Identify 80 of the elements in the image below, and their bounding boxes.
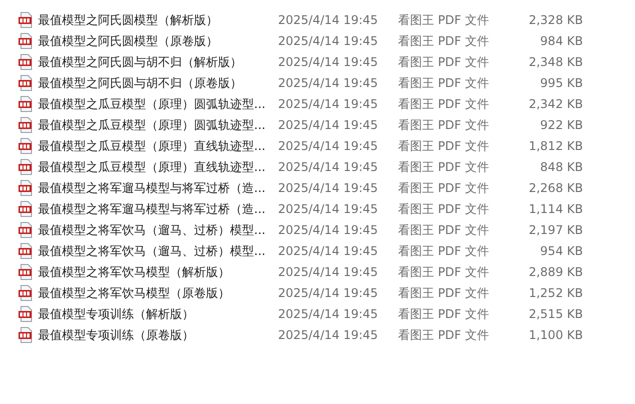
file-type: 看图王 PDF 文件 [398,138,490,154]
modified-date: 2025/4/14 19:45 [278,326,379,344]
pdf-file-icon [18,180,34,196]
file-type: 看图王 PDF 文件 [398,326,490,344]
file-name: 最值模型之将军饮马（遛马、过桥）模型... [38,222,266,238]
file-type: 看图王 PDF 文件 [398,180,490,196]
file-name: 最值模型之将军饮马模型（解析版） [38,264,231,280]
pdf-file-icon [18,200,34,216]
modified-date: 2025/4/14 19:45 [278,54,379,70]
file-name: 最值模型之瓜豆模型（原理）直线轨迹型... [38,158,266,176]
modified-date: 2025/4/14 19:45 [278,158,379,176]
file-size: 2,342 KB [528,96,583,112]
modified-date: 2025/4/14 19:45 [278,242,379,260]
file-size: 984 KB [539,32,583,50]
pdf-file-icon [18,306,34,322]
pdf-file-icon [18,12,34,28]
pdf-file-icon [18,116,34,132]
file-type: 看图王 PDF 文件 [398,32,490,50]
file-type: 看图王 PDF 文件 [398,116,490,134]
modified-date: 2025/4/14 19:45 [278,96,379,112]
file-name: 最值模型之将军遛马模型与将军过桥（造... [38,200,266,218]
pdf-file-icon [18,284,34,300]
file-name: 最值模型之瓜豆模型（原理）直线轨迹型... [38,138,266,154]
file-size: 1,114 KB [528,200,583,218]
file-name: 最值模型专项训练（解析版） [38,306,195,322]
modified-date: 2025/4/14 19:45 [278,32,379,50]
pdf-file-icon [18,222,34,238]
pdf-file-icon [18,54,34,70]
file-name: 最值模型之阿氏圆与胡不归（原卷版） [38,74,243,92]
modified-date: 2025/4/14 19:45 [278,284,379,302]
file-type: 看图王 PDF 文件 [398,12,490,28]
pdf-file-icon [18,74,34,90]
file-type: 看图王 PDF 文件 [398,306,490,322]
file-name: 最值模型之将军饮马模型（原卷版） [38,284,231,302]
pdf-file-icon [18,96,34,112]
modified-date: 2025/4/14 19:45 [278,200,379,218]
pdf-file-icon [18,242,34,258]
file-size: 1,812 KB [528,138,583,154]
pdf-file-icon [18,326,34,342]
file-type: 看图王 PDF 文件 [398,242,490,260]
file-type: 看图王 PDF 文件 [398,284,490,302]
file-type: 看图王 PDF 文件 [398,96,490,112]
file-type: 看图王 PDF 文件 [398,158,490,176]
modified-date: 2025/4/14 19:45 [278,116,379,134]
file-name: 最值模型专项训练（原卷版） [38,326,195,344]
pdf-file-icon [18,138,34,154]
modified-date: 2025/4/14 19:45 [278,138,379,154]
file-type: 看图王 PDF 文件 [398,54,490,70]
file-type: 看图王 PDF 文件 [398,264,490,280]
file-name: 最值模型之瓜豆模型（原理）圆弧轨迹型... [38,116,266,134]
file-name: 最值模型之阿氏圆模型（原卷版） [38,32,219,50]
file-type: 看图王 PDF 文件 [398,74,490,92]
file-size: 2,889 KB [528,264,583,280]
modified-date: 2025/4/14 19:45 [278,222,379,238]
pdf-file-icon [18,264,34,280]
file-size: 1,252 KB [528,284,583,302]
file-size: 848 KB [539,158,583,176]
modified-date: 2025/4/14 19:45 [278,12,379,28]
pdf-file-icon [18,158,34,174]
file-name: 最值模型之阿氏圆模型（解析版） [38,12,219,28]
file-size: 954 KB [539,242,583,260]
file-size: 2,348 KB [528,54,583,70]
file-name: 最值模型之瓜豆模型（原理）圆弧轨迹型... [38,96,266,112]
file-type: 看图王 PDF 文件 [398,222,490,238]
file-size: 2,197 KB [528,222,583,238]
file-name: 最值模型之阿氏圆与胡不归（解析版） [38,54,243,70]
modified-date: 2025/4/14 19:45 [278,74,379,92]
file-name: 最值模型之将军遛马模型与将军过桥（造... [38,180,266,196]
pdf-file-icon [18,32,34,48]
file-size: 2,328 KB [528,12,583,28]
modified-date: 2025/4/14 19:45 [278,264,379,280]
file-size: 995 KB [539,74,583,92]
modified-date: 2025/4/14 19:45 [278,180,379,196]
file-type: 看图王 PDF 文件 [398,200,490,218]
file-size: 1,100 KB [528,326,583,344]
file-size: 2,515 KB [528,306,583,322]
file-size: 2,268 KB [528,180,583,196]
file-name: 最值模型之将军饮马（遛马、过桥）模型... [38,242,266,260]
modified-date: 2025/4/14 19:45 [278,306,379,322]
file-size: 922 KB [539,116,583,134]
